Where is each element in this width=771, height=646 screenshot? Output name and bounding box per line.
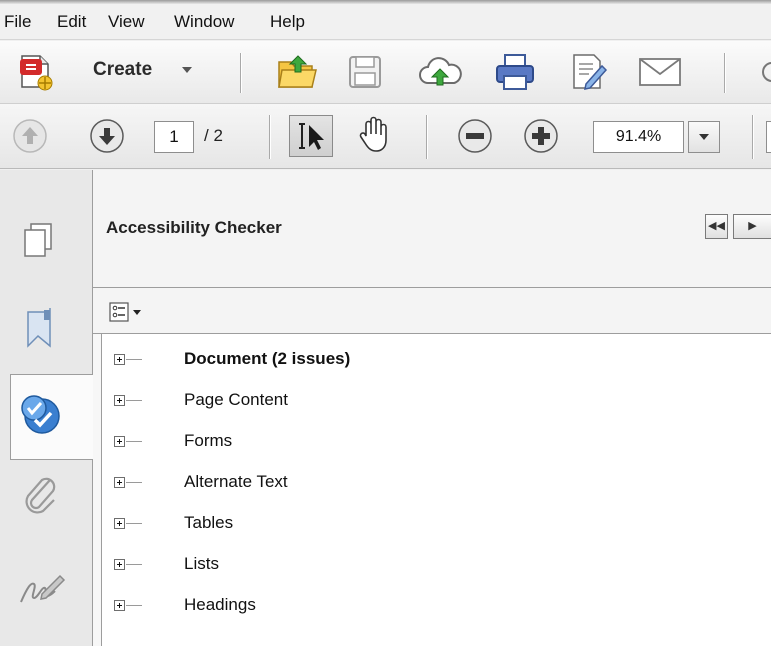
expand-panel-button[interactable]: ▶ xyxy=(733,214,771,239)
tree-item-label: Tables xyxy=(184,513,234,532)
menu-view[interactable]: View xyxy=(108,12,145,32)
tree-item-label: Document (2 issues) xyxy=(184,349,351,368)
create-pdf-icon xyxy=(20,55,53,91)
page-number-input[interactable]: 1 xyxy=(154,121,194,153)
main-toolbar: Create xyxy=(0,41,771,104)
pages-icon[interactable] xyxy=(22,221,54,259)
cloud-upload-icon[interactable] xyxy=(418,55,462,89)
menu-window[interactable]: Window xyxy=(174,12,234,32)
expand-icon[interactable] xyxy=(114,477,125,488)
zoom-level-input[interactable]: 91.4% xyxy=(593,121,684,153)
expand-icon[interactable] xyxy=(114,559,125,570)
collapse-panel-button[interactable]: ◀◀ xyxy=(705,214,728,239)
open-folder-icon[interactable] xyxy=(276,52,320,92)
expand-icon[interactable] xyxy=(114,354,125,365)
zoom-in-icon[interactable] xyxy=(523,118,559,154)
accessibility-checker-panel: Accessibility Checker ◀◀ ▶ Document (2 i… xyxy=(93,170,771,646)
options-row xyxy=(93,288,771,334)
tree-connector xyxy=(126,482,142,483)
tree-connector xyxy=(126,523,142,524)
panel-header: Accessibility Checker ◀◀ ▶ xyxy=(93,170,771,288)
expand-icon[interactable] xyxy=(114,518,125,529)
zoom-out-icon[interactable] xyxy=(457,118,493,154)
toolbar-overflow-control[interactable] xyxy=(766,121,771,153)
menu-file[interactable]: File xyxy=(4,12,31,32)
menu-help[interactable]: Help xyxy=(270,12,305,32)
options-list-icon xyxy=(109,302,129,322)
next-page-icon[interactable] xyxy=(89,118,125,154)
tree-item-label: Alternate Text xyxy=(184,472,288,491)
chevron-down-icon xyxy=(182,67,192,73)
create-button[interactable]: Create xyxy=(18,51,198,95)
expand-icon[interactable] xyxy=(114,395,125,406)
zoom-dropdown-button[interactable] xyxy=(688,121,720,153)
toolbar-divider xyxy=(240,53,242,93)
chevron-down-icon xyxy=(133,310,141,315)
select-tool-button[interactable] xyxy=(289,115,333,157)
tree-item-label: Page Content xyxy=(184,390,288,409)
expand-icon[interactable] xyxy=(114,600,125,611)
tree-connector xyxy=(126,605,142,606)
tree-item-document[interactable]: Document (2 issues) xyxy=(102,342,762,382)
toolbar-divider xyxy=(724,53,726,93)
signatures-icon[interactable] xyxy=(18,570,66,610)
panel-title: Accessibility Checker xyxy=(106,218,282,237)
tree-connector xyxy=(126,564,142,565)
tree-item-page-content[interactable]: Page Content xyxy=(102,383,762,423)
tree-item-headings[interactable]: Headings xyxy=(102,588,762,628)
create-label: Create xyxy=(93,59,153,80)
gear-icon[interactable] xyxy=(758,59,771,85)
expand-icon[interactable] xyxy=(114,436,125,447)
issues-tree: Document (2 issues) Page Content Forms A… xyxy=(101,334,771,646)
hand-tool-icon[interactable] xyxy=(357,114,391,154)
tree-connector xyxy=(126,441,142,442)
toolbar-divider xyxy=(269,115,271,159)
tree-item-lists[interactable]: Lists xyxy=(102,547,762,587)
window-top-edge xyxy=(0,0,771,4)
email-icon[interactable] xyxy=(637,56,683,88)
toolbar-divider xyxy=(426,115,428,159)
tree-item-tables[interactable]: Tables xyxy=(102,506,762,546)
accessibility-checker-icon[interactable] xyxy=(16,392,64,438)
tree-item-label: Lists xyxy=(184,554,219,573)
toolbar-divider xyxy=(752,115,754,159)
print-icon[interactable] xyxy=(494,52,536,92)
tree-connector xyxy=(126,400,142,401)
text-select-cursor-icon xyxy=(299,123,324,150)
menu-bar: File Edit View Window Help xyxy=(0,0,771,40)
previous-page-icon[interactable] xyxy=(12,118,48,154)
bookmarks-icon[interactable] xyxy=(24,306,54,350)
tree-item-alternate-text[interactable]: Alternate Text xyxy=(102,465,762,505)
tree-item-label: Forms xyxy=(184,431,233,450)
tree-connector xyxy=(126,359,142,360)
page-total: / 2 xyxy=(204,126,223,145)
tree-item-forms[interactable]: Forms xyxy=(102,424,762,464)
edit-document-icon[interactable] xyxy=(568,52,608,92)
options-menu-button[interactable] xyxy=(109,302,143,322)
tree-item-label: Headings xyxy=(184,595,256,614)
save-icon[interactable] xyxy=(347,54,383,90)
menu-edit[interactable]: Edit xyxy=(57,12,86,32)
attachments-icon[interactable] xyxy=(20,474,60,518)
